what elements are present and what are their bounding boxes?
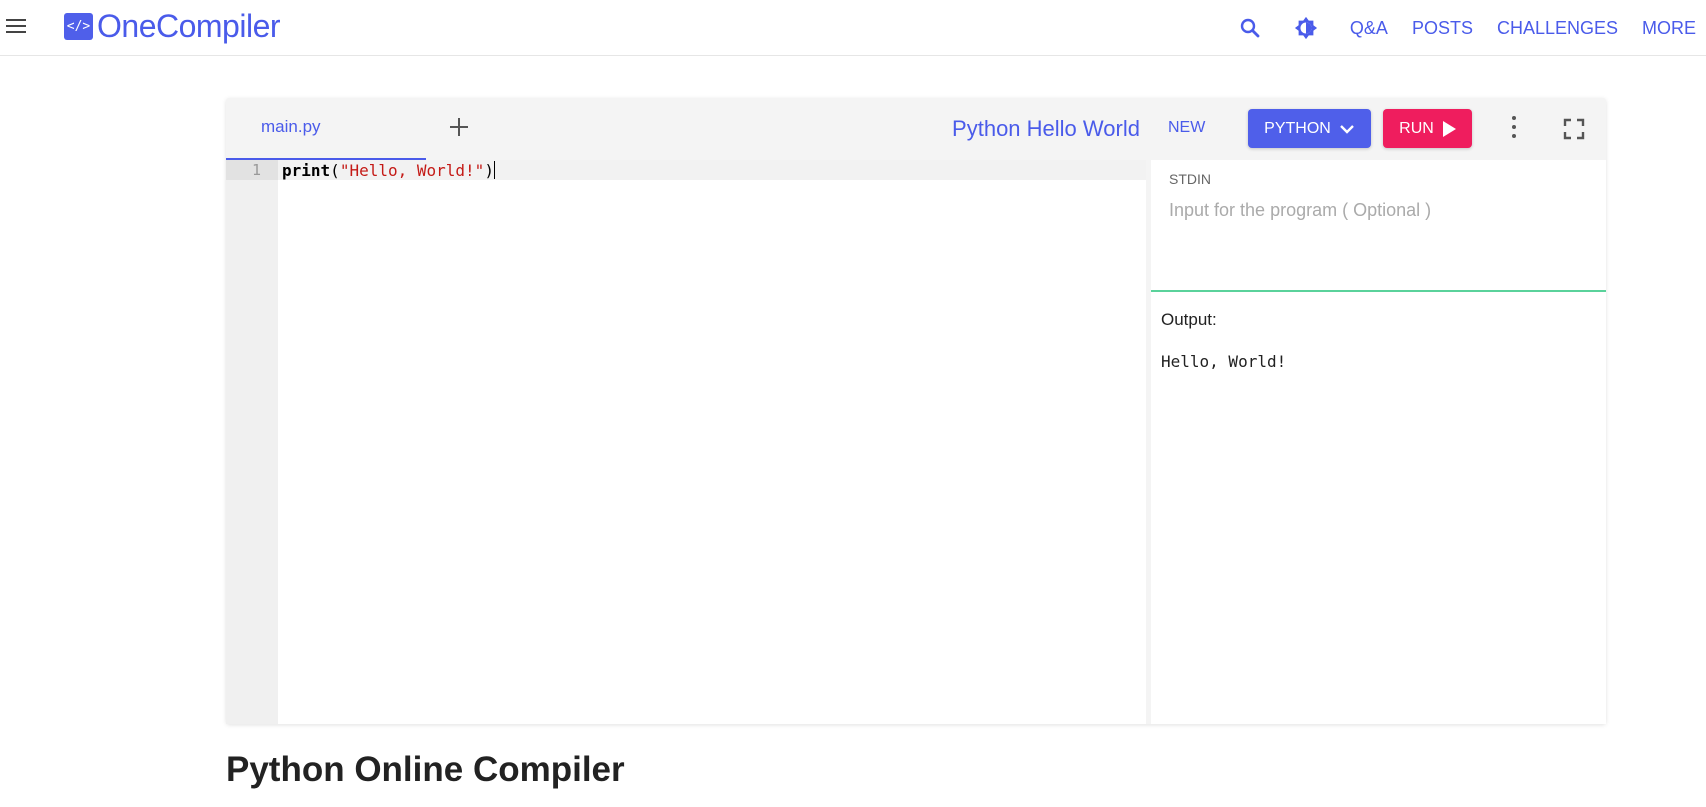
- code-string: "Hello, World!": [339, 161, 485, 180]
- play-icon: [1442, 120, 1456, 137]
- run-label: RUN: [1399, 119, 1434, 137]
- code-editor[interactable]: 1 print("Hello, World!"): [226, 160, 1146, 724]
- editor-toolbar: main.py Python Hello World NEW PYTHON RU…: [226, 98, 1606, 160]
- run-button[interactable]: RUN: [1383, 109, 1472, 148]
- code-paren-close: ): [484, 161, 494, 180]
- logo-icon: </>: [64, 13, 93, 40]
- output-text: Hello, World!: [1161, 352, 1287, 371]
- nav-right: Q&A POSTS CHALLENGES MORE: [1238, 0, 1706, 56]
- nav-link-qa[interactable]: Q&A: [1350, 18, 1388, 39]
- search-icon[interactable]: [1238, 16, 1262, 40]
- hamburger-menu-icon[interactable]: [4, 14, 28, 38]
- stdin-label: STDIN: [1169, 171, 1211, 187]
- code-line[interactable]: print("Hello, World!"): [282, 161, 495, 180]
- top-navigation-bar: </> OneCompiler Q&A POSTS CHALLENGES MOR…: [0, 0, 1706, 56]
- editor-card: main.py Python Hello World NEW PYTHON RU…: [226, 98, 1606, 724]
- gutter-numbers: 1: [226, 160, 278, 724]
- line-number: 1: [251, 161, 261, 179]
- nav-link-challenges[interactable]: CHALLENGES: [1497, 18, 1618, 39]
- nav-link-more[interactable]: MORE: [1642, 18, 1696, 39]
- tab-label: main.py: [261, 117, 321, 136]
- add-file-icon[interactable]: [446, 114, 472, 140]
- new-button[interactable]: NEW: [1168, 119, 1205, 137]
- language-select-button[interactable]: PYTHON: [1248, 109, 1371, 148]
- theme-toggle-icon[interactable]: [1294, 16, 1318, 40]
- stdin-input[interactable]: [1169, 200, 1589, 280]
- page-heading: Python Online Compiler: [226, 750, 625, 789]
- chevron-down-icon: [1339, 124, 1354, 134]
- more-options-icon[interactable]: [1502, 114, 1526, 144]
- code-function: print: [282, 161, 331, 180]
- logo[interactable]: </> OneCompiler: [64, 8, 281, 45]
- text-cursor: [493, 161, 495, 179]
- code-paren-open: (: [330, 161, 340, 180]
- logo-text: OneCompiler: [97, 8, 281, 44]
- io-panel: STDIN Output: Hello, World!: [1151, 160, 1606, 724]
- fullscreen-icon[interactable]: [1563, 118, 1585, 140]
- output-label: Output:: [1161, 310, 1217, 329]
- tab-main-py[interactable]: main.py: [226, 98, 426, 160]
- io-divider: [1151, 290, 1606, 292]
- nav-link-posts[interactable]: POSTS: [1412, 18, 1473, 39]
- language-label: PYTHON: [1264, 119, 1331, 137]
